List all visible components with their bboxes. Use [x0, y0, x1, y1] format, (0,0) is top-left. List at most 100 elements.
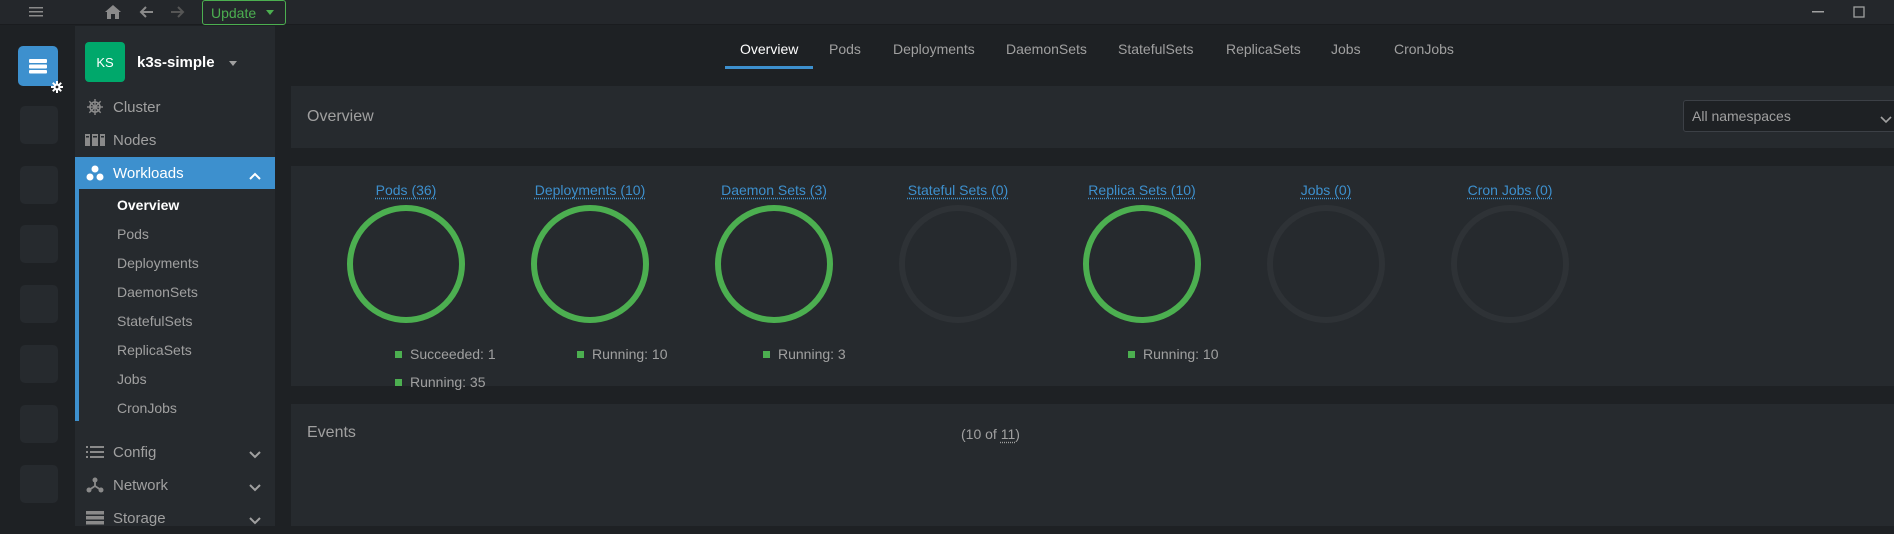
- events-count-total[interactable]: 11: [1001, 426, 1016, 442]
- tab-statefulsets[interactable]: StatefulSets: [1118, 41, 1194, 57]
- workload-stat: Pods (36) Succeeded: 1 Running: 35: [306, 166, 506, 390]
- workload-stat-label: Pods (36): [375, 182, 437, 198]
- workload-stat-ring-circle: [1451, 205, 1569, 323]
- hotbar-slot[interactable]: [20, 345, 58, 383]
- hotbar-slot[interactable]: [20, 106, 58, 144]
- workload-stat-legend: Running: 3: [763, 346, 846, 362]
- sidebar-item-label: Cluster: [113, 98, 161, 116]
- tab-replicasets[interactable]: ReplicaSets: [1226, 41, 1301, 57]
- hotbar-slot[interactable]: [20, 166, 58, 204]
- workloads-icon: [85, 164, 105, 182]
- workload-stat-legend-text: Running: 35: [410, 374, 486, 390]
- forward-arrow-icon[interactable]: [166, 1, 190, 23]
- workload-stat-label: Jobs (0): [1300, 182, 1352, 198]
- workload-stat: Replica Sets (10) Running: 10: [1042, 166, 1242, 386]
- workload-stat-legend: Succeeded: 1: [395, 346, 496, 362]
- status-dot: [1128, 350, 1135, 358]
- helm-icon: [85, 98, 105, 116]
- sidebar-item-workloads[interactable]: Workloads: [75, 157, 275, 189]
- active-tab-indicator: [725, 66, 813, 69]
- workload-stat-legend-text: Running: 3: [778, 346, 846, 362]
- hotbar-slot[interactable]: [20, 405, 58, 443]
- workload-stat-ring-circle: [899, 205, 1017, 323]
- minimize-icon[interactable]: [1808, 3, 1828, 21]
- sidebar-item-config[interactable]: Config: [75, 436, 275, 468]
- storage-icon: [85, 509, 105, 527]
- status-dot: [395, 378, 402, 386]
- workload-stat-ring: [1083, 205, 1201, 323]
- tab-pods[interactable]: Pods: [829, 41, 861, 57]
- sidebar-item-nodes[interactable]: Nodes: [75, 124, 275, 156]
- chevron-up-icon: [249, 167, 261, 184]
- workload-stat-ring-circle: [1267, 205, 1385, 323]
- back-arrow-icon[interactable]: [134, 1, 158, 23]
- status-dot: [577, 350, 584, 358]
- maximize-icon[interactable]: [1849, 3, 1869, 21]
- workload-stat-link[interactable]: Pods (36): [306, 182, 506, 198]
- cluster-switcher[interactable]: KS k3s-simple: [85, 42, 237, 82]
- hotbar-slot[interactable]: [20, 225, 58, 263]
- update-button[interactable]: Update: [202, 0, 286, 25]
- workload-stat: Stateful Sets (0): [858, 166, 1058, 386]
- sidebar-subitem-overview[interactable]: Overview: [117, 197, 179, 213]
- tab-deployments[interactable]: Deployments: [893, 41, 975, 57]
- sidebar-item-cluster[interactable]: Cluster: [75, 91, 275, 123]
- main-content: Overview Pods Deployments DaemonSets Sta…: [275, 26, 1894, 526]
- workload-stat: Jobs (0): [1226, 166, 1426, 386]
- tab-daemonsets[interactable]: DaemonSets: [1006, 41, 1087, 57]
- workload-stat-link[interactable]: Cron Jobs (0): [1410, 182, 1610, 198]
- chevron-down-icon: [1880, 111, 1892, 127]
- workload-stat-ring-circle: [1083, 205, 1201, 323]
- sidebar-subitem-pods[interactable]: Pods: [117, 226, 149, 242]
- workload-stat-ring: [347, 205, 465, 323]
- workload-stat-ring: [531, 205, 649, 323]
- workload-stat-label: Deployments (10): [534, 182, 646, 198]
- sidebar-subitem-jobs[interactable]: Jobs: [117, 371, 147, 387]
- workload-stat-link[interactable]: Daemon Sets (3): [674, 182, 874, 198]
- workload-stat-ring: [1451, 205, 1569, 323]
- workload-stats: Pods (36) Succeeded: 1 Running: 35 Deployme…: [291, 166, 1894, 390]
- events-count-prefix: (10 of: [961, 426, 1001, 442]
- workload-stat: Deployments (10) Running: 10: [490, 166, 690, 386]
- sidebar-item-label: Workloads: [113, 164, 184, 182]
- home-icon[interactable]: [101, 1, 125, 23]
- namespace-select[interactable]: All namespaces: [1683, 100, 1894, 132]
- sidebar: KS k3s-simple Cluster Nodes Workloads Ov…: [75, 26, 275, 527]
- list-icon: [85, 443, 105, 461]
- tab-jobs[interactable]: Jobs: [1331, 41, 1361, 57]
- overview-header: Overview All namespaces: [291, 86, 1894, 148]
- sidebar-subitem-cronjobs[interactable]: CronJobs: [117, 400, 177, 416]
- sidebar-item-network[interactable]: Network: [75, 469, 275, 501]
- workload-stat: Daemon Sets (3) Running: 3: [674, 166, 874, 386]
- workload-stat-legend-text: Succeeded: 1: [410, 346, 496, 362]
- sidebar-subitem-statefulsets[interactable]: StatefulSets: [117, 313, 193, 329]
- sidebar-item-storage[interactable]: Storage: [75, 502, 275, 534]
- caret-down-icon: [228, 60, 237, 66]
- workload-stat-legend-text: Running: 10: [1143, 346, 1219, 362]
- hotbar-slot[interactable]: [20, 285, 58, 323]
- hotbar-slot[interactable]: [20, 465, 58, 503]
- sidebar-subitem-deployments[interactable]: Deployments: [117, 255, 199, 271]
- workload-stat-link[interactable]: Stateful Sets (0): [858, 182, 1058, 198]
- cluster-avatar: KS: [85, 42, 125, 82]
- workload-stat-ring: [715, 205, 833, 323]
- menu-icon[interactable]: [24, 2, 48, 22]
- workload-stat-label: Cron Jobs (0): [1467, 182, 1553, 198]
- tab-cronjobs[interactable]: CronJobs: [1394, 41, 1454, 57]
- workload-stat-ring: [899, 205, 1017, 323]
- workload-stat-label: Stateful Sets (0): [907, 182, 1009, 198]
- nodes-icon: [85, 131, 105, 149]
- sidebar-subitem-replicasets[interactable]: ReplicaSets: [117, 342, 192, 358]
- network-icon: [85, 476, 105, 494]
- gear-icon[interactable]: [51, 80, 63, 93]
- caret-down-icon: [266, 10, 275, 15]
- top-bar: Update: [0, 0, 1894, 25]
- workload-stat-link[interactable]: Jobs (0): [1226, 182, 1426, 198]
- update-label: Update: [211, 4, 257, 21]
- sidebar-item-label: Nodes: [113, 131, 157, 149]
- workload-stat-link[interactable]: Replica Sets (10): [1042, 182, 1242, 198]
- sidebar-item-label: Config: [113, 443, 157, 461]
- tab-overview[interactable]: Overview: [740, 41, 798, 57]
- workload-stat-link[interactable]: Deployments (10): [490, 182, 690, 198]
- sidebar-subitem-daemonsets[interactable]: DaemonSets: [117, 284, 198, 300]
